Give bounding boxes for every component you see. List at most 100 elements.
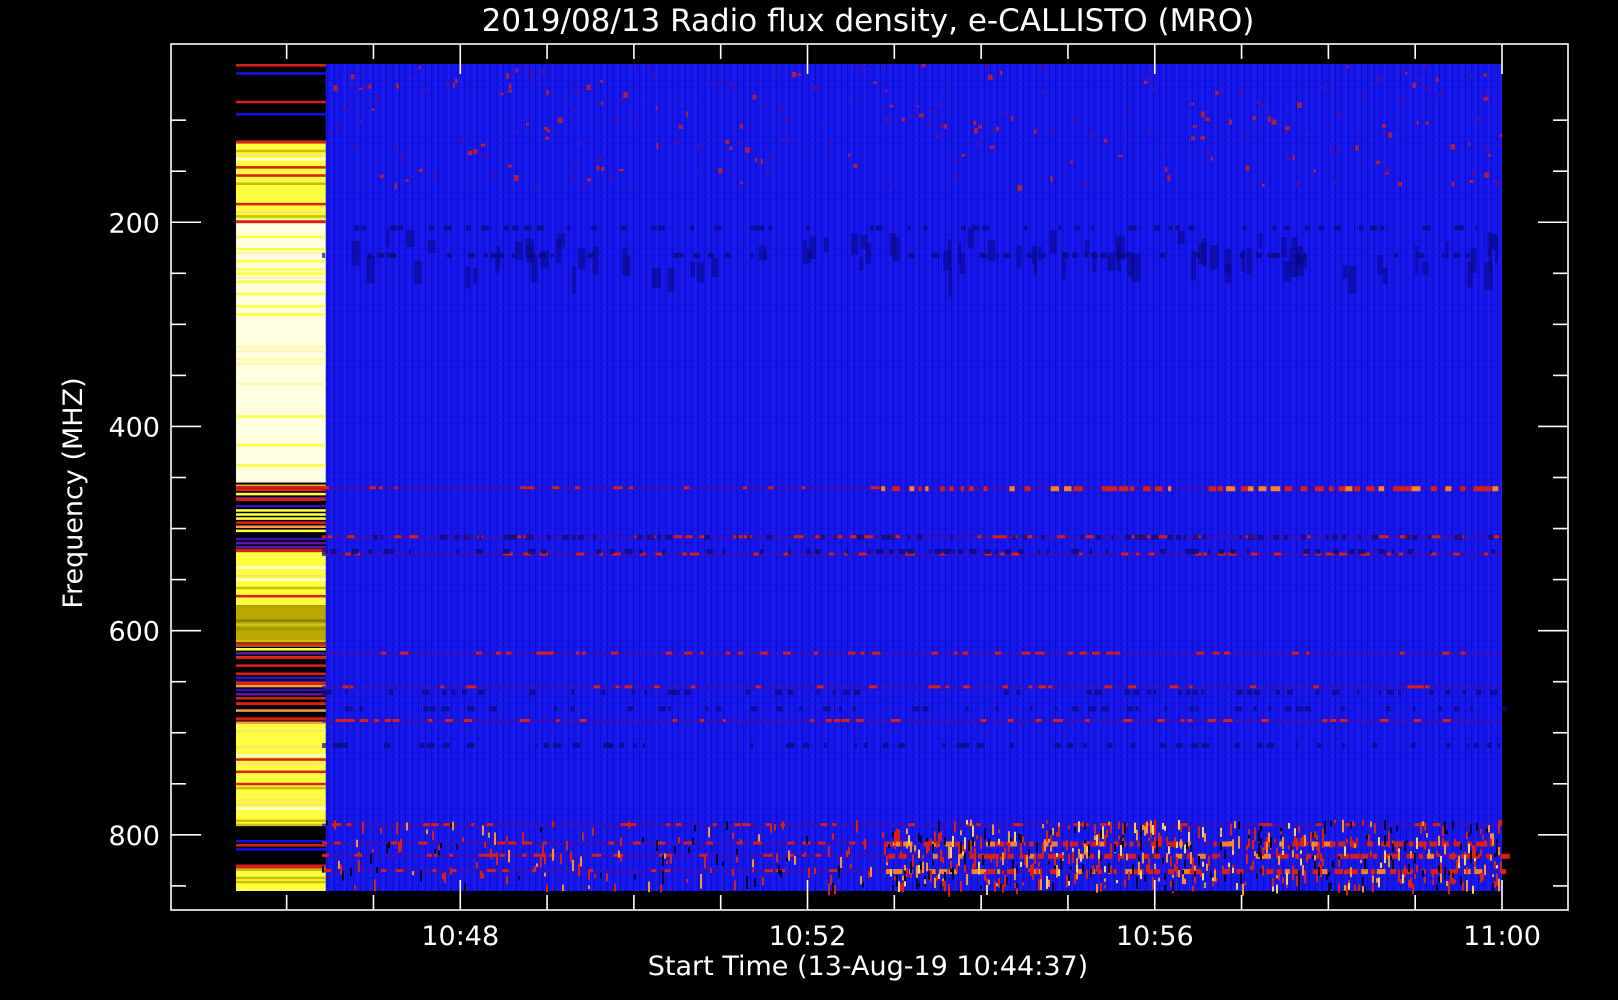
band-segment <box>983 486 988 492</box>
raw-stripe <box>236 652 326 655</box>
raw-stripe <box>236 819 326 823</box>
band-segment <box>918 486 922 492</box>
burst-speckle <box>566 840 568 851</box>
dark-streak <box>959 253 966 274</box>
burst-speckle <box>920 835 922 840</box>
dark-streak <box>514 241 524 260</box>
burst-speckle <box>508 849 510 863</box>
burst-speckle <box>1486 828 1488 833</box>
band-segment <box>968 486 974 492</box>
dark-band-segment <box>1429 689 1434 695</box>
raw-stripe <box>236 660 326 663</box>
burst-speckle <box>1282 877 1284 884</box>
band-segment <box>997 869 1001 875</box>
burst-speckle <box>1350 867 1352 878</box>
burst-speckle <box>1440 855 1442 863</box>
burst-speckle <box>1016 883 1018 889</box>
band-segment <box>681 552 687 556</box>
top-speckle <box>829 150 832 153</box>
top-speckle <box>1118 154 1124 158</box>
raw-stripe <box>236 823 326 827</box>
top-speckle <box>454 78 458 84</box>
burst-speckle <box>1300 858 1302 866</box>
burst-speckle <box>1086 869 1088 879</box>
burst-speckle <box>1140 871 1142 880</box>
burst-speckle <box>1498 878 1500 892</box>
raw-stripe <box>236 100 326 104</box>
burst-speckle <box>1278 855 1280 865</box>
dark-streak <box>1061 251 1067 280</box>
burst-speckle <box>1388 855 1390 868</box>
burst-speckle <box>778 864 780 875</box>
dark-band-segment <box>1054 706 1058 712</box>
dark-band-segment <box>572 742 581 748</box>
band-segment <box>1154 869 1160 875</box>
dark-streak <box>948 267 952 297</box>
burst-speckle <box>914 845 916 851</box>
dark-streak <box>851 233 859 255</box>
burst-speckle <box>674 846 676 854</box>
burst-speckle <box>1276 875 1278 879</box>
top-speckle <box>1285 107 1289 110</box>
top-speckle <box>572 109 577 113</box>
raw-stripe <box>236 537 326 541</box>
dark-band-segment <box>1160 742 1166 748</box>
burst-speckle <box>1390 827 1392 834</box>
burst-speckle <box>1172 874 1174 878</box>
dark-band-segment <box>1176 534 1181 540</box>
burst-speckle <box>1292 865 1294 873</box>
burst-speckle <box>1232 839 1234 851</box>
raw-red-line-8 <box>236 702 326 706</box>
burst-speckle <box>1396 825 1398 832</box>
dark-band-segment <box>952 549 955 555</box>
band-segment <box>700 651 704 655</box>
burst-speckle <box>578 863 580 877</box>
dark-band-segment <box>451 689 456 695</box>
dark-band-segment <box>322 742 326 748</box>
top-speckle <box>685 111 689 117</box>
top-speckle <box>1017 185 1022 191</box>
dark-band-segment <box>1369 225 1378 231</box>
dark-streak <box>823 237 829 253</box>
dark-band-segment <box>1131 742 1136 748</box>
dark-band-segment <box>1497 742 1500 748</box>
top-speckle <box>1435 77 1439 82</box>
burst-speckle <box>974 847 976 856</box>
band-segment <box>855 718 864 722</box>
dark-streak <box>622 247 628 275</box>
band-segment <box>499 853 506 857</box>
band-segment <box>1340 718 1348 722</box>
burst-speckle <box>1380 862 1382 868</box>
dark-streak <box>578 247 586 269</box>
dark-band-segment <box>746 689 751 695</box>
dark-band-segment <box>1378 549 1386 555</box>
band-segment <box>1167 869 1175 875</box>
dark-band-segment <box>1125 534 1131 540</box>
band-segment <box>1354 486 1360 492</box>
burst-speckle <box>930 838 932 845</box>
burst-speckle <box>1096 884 1098 893</box>
burst-speckle <box>1036 842 1038 852</box>
top-speckle <box>849 98 852 103</box>
top-speckle <box>974 127 978 134</box>
band-segment <box>347 535 355 539</box>
burst-speckle <box>1438 853 1440 857</box>
burst-speckle <box>1424 845 1426 850</box>
burst-speckle <box>1198 826 1200 839</box>
burst-speckle <box>1498 847 1500 856</box>
dark-band-segment <box>1080 534 1084 540</box>
burst-speckle <box>1490 854 1492 861</box>
band-segment <box>787 841 795 845</box>
x-tick-label: 10:48 <box>421 921 499 952</box>
burst-speckle <box>662 855 664 867</box>
band-segment <box>858 552 867 556</box>
burst-speckle <box>1328 871 1330 877</box>
burst-speckle <box>1236 882 1238 890</box>
burst-speckle <box>1290 845 1292 850</box>
dark-band-segment <box>934 549 943 555</box>
dark-band-segment <box>722 549 726 555</box>
burst-speckle <box>1010 838 1012 842</box>
dark-band-segment <box>907 225 911 231</box>
band-segment <box>428 718 433 722</box>
top-speckle <box>647 67 650 71</box>
